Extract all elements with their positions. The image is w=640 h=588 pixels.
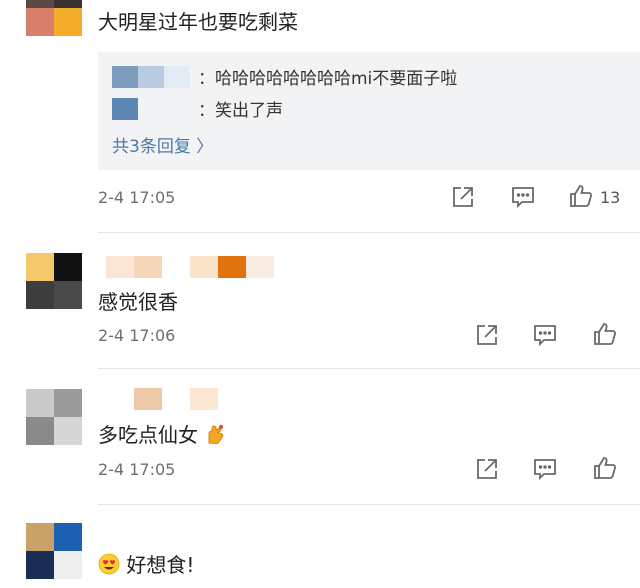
comment-text: 多吃点仙女: [98, 419, 226, 450]
comment-icon: [512, 187, 534, 209]
comment-text: 感觉很香: [98, 290, 178, 314]
share-button[interactable]: [450, 184, 476, 210]
avatar[interactable]: [26, 253, 82, 309]
comment-icon: [534, 325, 556, 347]
reply-avatar-blur: [112, 98, 138, 120]
share-button[interactable]: [474, 322, 500, 348]
avatar[interactable]: [26, 389, 82, 445]
divider: [98, 232, 640, 233]
heart-eyes-emoji-icon: [98, 553, 120, 580]
username-blur[interactable]: [134, 388, 224, 410]
comment-time: 2-4 17:05: [98, 188, 176, 207]
reply-box[interactable]: ：哈哈哈哈哈哈哈哈mi不要面子啦 ：笑出了声 共3条回复 〉: [98, 52, 640, 170]
thumbs-up-icon: [594, 457, 617, 479]
share-button[interactable]: [474, 456, 500, 482]
comment-button[interactable]: [532, 456, 558, 482]
avatar[interactable]: [26, 523, 82, 579]
share-icon: [453, 187, 473, 207]
share-icon: [477, 325, 497, 345]
hand-emoji-icon: [204, 423, 226, 450]
comment-text: 大明星过年也要吃剩菜: [98, 10, 298, 34]
comment-button[interactable]: [510, 184, 536, 210]
divider: [98, 368, 640, 369]
like-count: 13: [600, 188, 621, 207]
comment-text-body: 多吃点仙女: [98, 423, 198, 447]
like-button[interactable]: [592, 455, 618, 481]
comment-button[interactable]: [532, 322, 558, 348]
divider: [98, 504, 640, 505]
thumbs-up-icon: [594, 323, 617, 345]
like-button[interactable]: [592, 321, 618, 347]
like-button[interactable]: [568, 183, 594, 209]
comment-icon: [534, 459, 556, 481]
reply-line[interactable]: ：笑出了声: [198, 96, 283, 121]
reply-line[interactable]: ：哈哈哈哈哈哈哈哈mi不要面子啦: [198, 64, 457, 89]
thumbs-up-icon: [570, 185, 593, 207]
share-icon: [477, 459, 497, 479]
comment-time: 2-4 17:06: [98, 326, 176, 345]
reply-summary-link[interactable]: 共3条回复 〉: [112, 132, 213, 157]
comment-text-body: 好想食!: [126, 553, 195, 577]
comment-time: 2-4 17:05: [98, 460, 176, 479]
reply-avatar-blur: [112, 66, 190, 88]
avatar[interactable]: [26, 0, 82, 36]
comment-text: 好想食!: [98, 549, 194, 580]
username-blur[interactable]: [106, 256, 276, 278]
